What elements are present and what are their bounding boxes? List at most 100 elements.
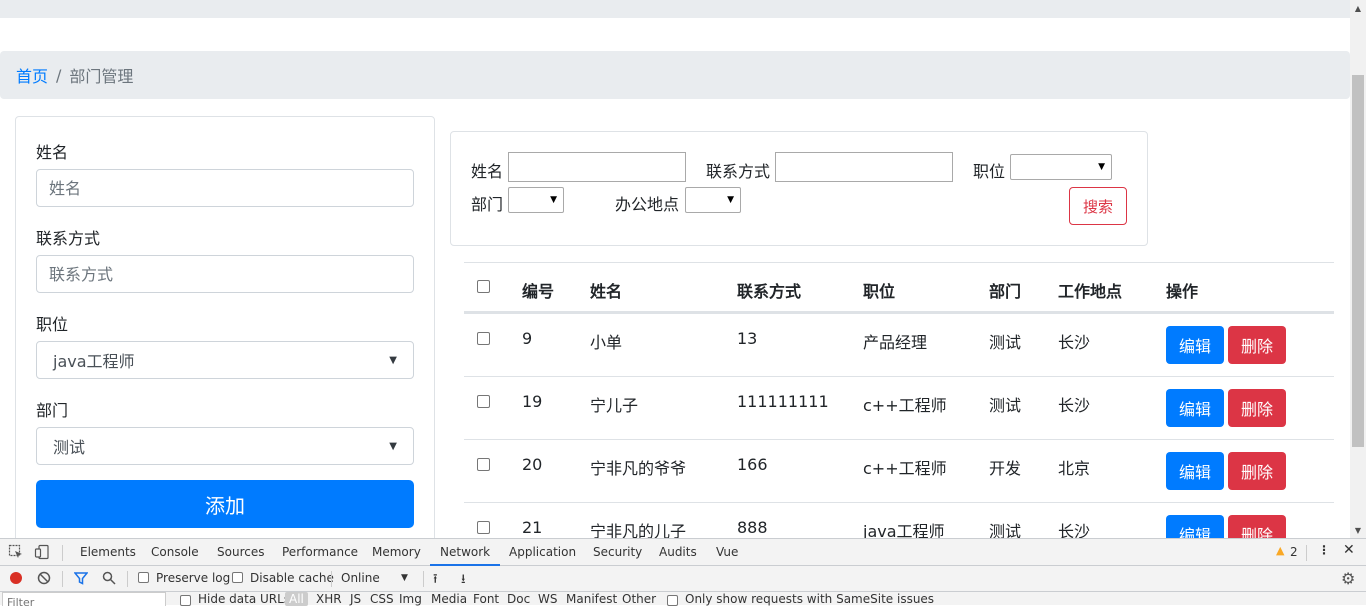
- chevron-down-icon[interactable]: ▼: [401, 573, 408, 583]
- filter-font[interactable]: Font: [473, 592, 499, 606]
- caret-down-icon: ▼: [727, 195, 734, 205]
- filter-ws[interactable]: WS: [538, 592, 557, 606]
- edit-button[interactable]: 编辑: [1166, 326, 1224, 364]
- row-checkbox[interactable]: [477, 332, 490, 345]
- search-position-select[interactable]: ▼: [1010, 154, 1112, 180]
- cell-contact: 888: [737, 518, 768, 537]
- close-icon[interactable]: ✕: [1343, 542, 1355, 558]
- scroll-up-arrow-icon[interactable]: ▲: [1350, 0, 1366, 16]
- edit-button[interactable]: 编辑: [1166, 389, 1224, 427]
- tab-memory[interactable]: Memory: [372, 539, 421, 566]
- add-button[interactable]: 添加: [36, 480, 414, 528]
- search-contact-label: 联系方式: [706, 162, 771, 181]
- filter-media[interactable]: Media: [431, 592, 467, 606]
- throttle-select[interactable]: Online: [341, 571, 380, 585]
- header-actions: 操作: [1166, 282, 1199, 301]
- dept-select-value: 测试: [53, 438, 86, 457]
- filter-manifest[interactable]: Manifest: [566, 592, 617, 606]
- more-options-icon[interactable]: ⋮: [1318, 543, 1330, 557]
- gear-icon[interactable]: ⚙: [1341, 569, 1355, 588]
- warning-count[interactable]: 2: [1290, 545, 1298, 559]
- edit-button[interactable]: 编辑: [1166, 515, 1224, 538]
- cell-location: 北京: [1058, 459, 1091, 478]
- filter-doc[interactable]: Doc: [507, 592, 530, 606]
- table-row: 19 宁儿子 111111111 c++工程师 测试 长沙 编辑 删除: [464, 376, 1334, 439]
- import-har-icon[interactable]: ⭱: [433, 570, 438, 592]
- page-scrollbar[interactable]: ▲ ▼: [1350, 0, 1366, 538]
- search-location-select[interactable]: ▼: [685, 187, 741, 213]
- search-contact-input[interactable]: [775, 152, 953, 182]
- tab-console[interactable]: Console: [151, 539, 199, 566]
- filter-icon[interactable]: [73, 571, 89, 585]
- tab-audits[interactable]: Audits: [659, 539, 697, 566]
- delete-button[interactable]: 删除: [1228, 452, 1286, 490]
- tab-elements[interactable]: Elements: [80, 539, 136, 566]
- filter-xhr[interactable]: XHR: [316, 592, 342, 606]
- search-icon[interactable]: [102, 571, 116, 585]
- filter-other[interactable]: Other: [622, 592, 656, 606]
- cell-name: 宁非凡的儿子: [590, 522, 687, 538]
- filter-all-chip[interactable]: All: [285, 592, 308, 606]
- inspect-element-icon[interactable]: [8, 544, 24, 560]
- caret-down-icon: ▼: [389, 440, 397, 452]
- filter-img[interactable]: Img: [399, 592, 422, 606]
- samesite-label: Only show requests with SameSite issues: [685, 592, 935, 606]
- row-checkbox[interactable]: [477, 458, 490, 471]
- cell-id: 19: [522, 392, 543, 411]
- delete-button[interactable]: 删除: [1228, 389, 1286, 427]
- edit-button[interactable]: 编辑: [1166, 452, 1224, 490]
- scrollbar-thumb[interactable]: [1352, 75, 1364, 447]
- tab-network[interactable]: Network: [430, 539, 501, 566]
- record-icon[interactable]: [10, 572, 22, 584]
- cell-dept: 开发: [989, 459, 1022, 478]
- scroll-down-arrow-icon[interactable]: ▼: [1350, 522, 1366, 538]
- devtools-panel: Elements Console Sources Performance Mem…: [0, 538, 1366, 606]
- disable-cache-checkbox[interactable]: [232, 572, 243, 583]
- filter-input[interactable]: [2, 592, 166, 606]
- header-id: 编号: [522, 282, 555, 301]
- search-button[interactable]: 搜索: [1069, 187, 1127, 225]
- delete-button[interactable]: 删除: [1228, 326, 1286, 364]
- search-dept-select[interactable]: ▼: [508, 187, 564, 213]
- cell-position: c++工程师: [863, 459, 947, 478]
- row-checkbox[interactable]: [477, 395, 490, 408]
- top-navbar: [0, 0, 1350, 18]
- contact-input[interactable]: [36, 255, 414, 293]
- table-row: 9 小单 13 产品经理 测试 长沙 编辑 删除: [464, 313, 1334, 376]
- network-toolbar: Preserve log Disable cache Online ▼ ⭱ ⭳ …: [0, 566, 1366, 592]
- filter-css[interactable]: CSS: [370, 592, 394, 606]
- position-label: 职位: [36, 315, 69, 334]
- header-contact: 联系方式: [737, 282, 802, 301]
- preserve-log-checkbox[interactable]: [138, 572, 149, 583]
- row-checkbox[interactable]: [477, 521, 490, 534]
- cell-id: 21: [522, 518, 543, 537]
- delete-button[interactable]: 删除: [1228, 515, 1286, 538]
- name-input[interactable]: [36, 169, 414, 207]
- tab-performance[interactable]: Performance: [282, 539, 358, 566]
- tab-sources[interactable]: Sources: [217, 539, 264, 566]
- clear-icon[interactable]: [37, 571, 51, 585]
- tab-security[interactable]: Security: [593, 539, 642, 566]
- tab-application[interactable]: Application: [509, 539, 576, 566]
- warning-icon[interactable]: ▲: [1276, 544, 1284, 557]
- search-position-label: 职位: [973, 162, 1006, 181]
- cell-contact: 111111111: [737, 392, 829, 411]
- export-har-icon[interactable]: ⭳: [461, 570, 466, 592]
- position-select[interactable]: java工程师 ▼: [36, 341, 414, 379]
- caret-down-icon: ▼: [1098, 162, 1105, 172]
- filter-js[interactable]: JS: [350, 592, 361, 606]
- caret-down-icon: ▼: [389, 354, 397, 366]
- cell-name: 宁非凡的爷爷: [590, 459, 687, 478]
- tab-vue[interactable]: Vue: [716, 539, 738, 566]
- toolbar-divider: [331, 571, 332, 587]
- samesite-checkbox[interactable]: [667, 595, 678, 606]
- table-header: 编号 姓名 联系方式 职位 部门 工作地点 操作: [464, 263, 1334, 313]
- dept-select[interactable]: 测试 ▼: [36, 427, 414, 465]
- select-all-checkbox[interactable]: [477, 280, 490, 293]
- hide-data-urls-checkbox[interactable]: [180, 595, 191, 606]
- search-name-input[interactable]: [508, 152, 686, 182]
- header-location: 工作地点: [1058, 282, 1123, 301]
- device-toolbar-icon[interactable]: [34, 544, 50, 560]
- cell-name: 宁儿子: [590, 396, 639, 415]
- breadcrumb-home-link[interactable]: 首页: [16, 63, 48, 87]
